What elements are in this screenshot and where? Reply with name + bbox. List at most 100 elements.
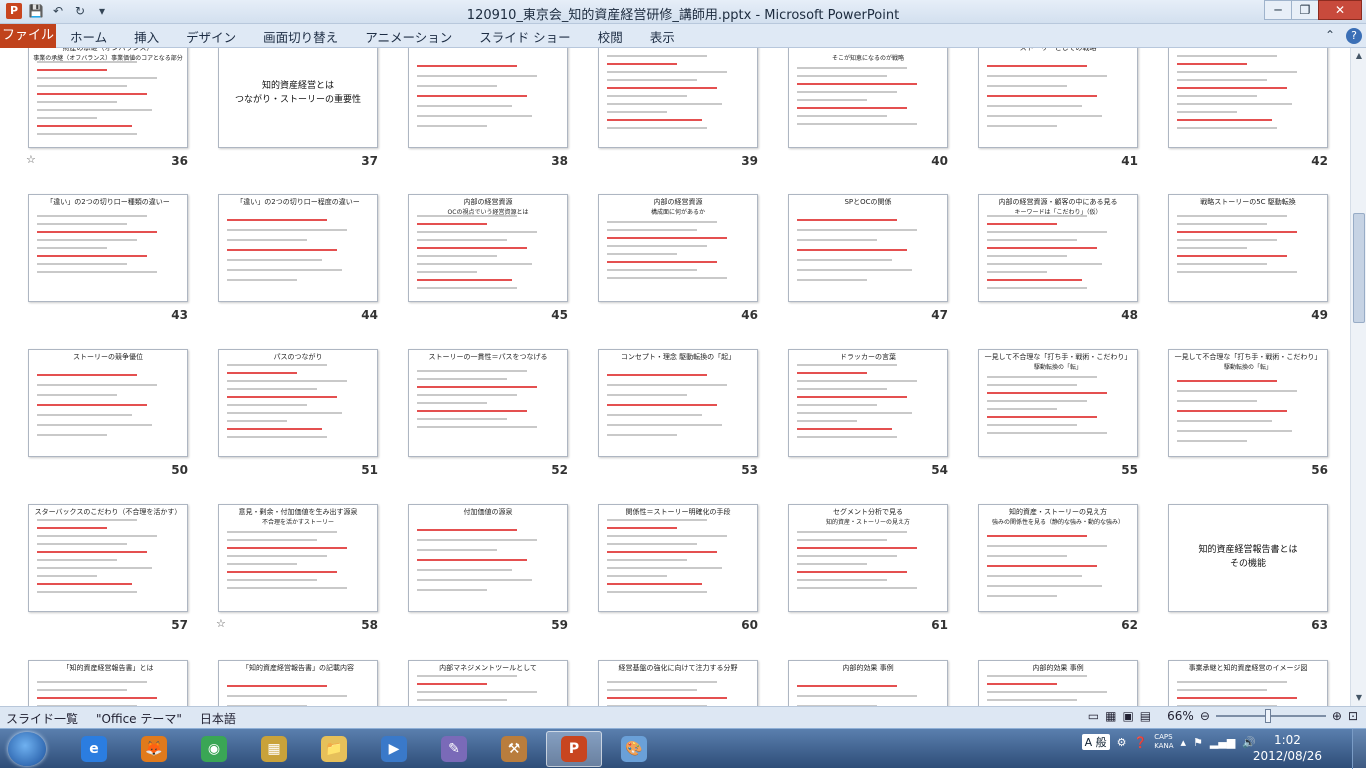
zoom-in-icon[interactable]: ⊕ — [1332, 709, 1342, 723]
animation-star-icon[interactable]: ☆ — [216, 617, 226, 630]
flag-icon[interactable]: ⚑ — [1193, 736, 1203, 749]
ime-mode[interactable]: A 般 — [1081, 734, 1110, 750]
minimize-button[interactable]: ─ — [1264, 0, 1292, 20]
taskbar-app-icon[interactable]: ⚒ — [486, 731, 542, 767]
slideshow-view-icon[interactable]: ▤ — [1140, 709, 1151, 723]
slide-thumbnail-cell[interactable]: そこが知恵になるのが戦略 40 — [788, 48, 978, 185]
slide-thumbnail-cell[interactable]: ストーリーの競争優位 50 — [28, 349, 218, 494]
slide-thumbnail[interactable]: SPとOCの関係 — [788, 194, 948, 302]
ribbon-tab[interactable]: スライド ショー — [479, 27, 570, 46]
slide-thumbnail[interactable]: コンセプト・理念 駆動転換の「起」 — [598, 349, 758, 457]
ribbon-tab[interactable]: 表示 — [650, 27, 675, 46]
slide-thumbnail-cell[interactable]: 「知的資産経営報告書」とは64 — [28, 660, 218, 706]
slide-thumbnail[interactable]: 関係性＝ストーリー明確化の手段 — [598, 504, 758, 612]
slide-thumbnail-cell[interactable]: 「違い」の2つの切り口ー種類の違いー 43 — [28, 194, 218, 339]
slide-thumbnail[interactable]: 一見して不合理な「打ち手・戦術・こだわり」 駆動転換の「転」 — [978, 349, 1138, 457]
ribbon-tab[interactable]: ホーム — [70, 27, 107, 46]
start-button[interactable] — [8, 732, 46, 766]
taskbar-app-icon[interactable]: P — [546, 731, 602, 767]
slide-thumbnail[interactable] — [1168, 48, 1328, 148]
ribbon-tab[interactable]: 画面切り替え — [263, 27, 338, 46]
slide-thumbnail-cell[interactable]: 内部マネジメントツールとして66 — [408, 660, 598, 706]
slide-thumbnail[interactable]: 内部の経営資源・顧客の中にある見る キーワードは「こだわり」（仮） — [978, 194, 1138, 302]
slide-thumbnail-cell[interactable]: パスのつながり 51 — [218, 349, 408, 494]
taskbar-app-icon[interactable]: 🎨 — [606, 731, 662, 767]
slide-thumbnail[interactable]: 意見・剰余・付加価値を生み出す源泉 不合理を活かすストーリー — [218, 504, 378, 612]
slide-thumbnail[interactable]: 経営基盤の強化に向けて注力する分野 — [598, 660, 758, 706]
slide-thumbnail-cell[interactable]: 38 — [408, 48, 598, 185]
slide-thumbnail-cell[interactable]: 42 — [1168, 48, 1350, 185]
slide-thumbnail-cell[interactable]: スターバックスのこだわり（不合理を活かす） 57 — [28, 504, 218, 649]
slide-thumbnail-cell[interactable]: 知的資産経営報告書とは その機能 63 — [1168, 504, 1350, 649]
taskbar-app-icon[interactable]: e — [66, 731, 122, 767]
slide-thumbnail-cell[interactable]: ストーリーの一貫性＝パスをつなげる 52 — [408, 349, 598, 494]
slide-thumbnail[interactable]: セグメント分析で見る 知的資産・ストーリーの見え方 — [788, 504, 948, 612]
slide-thumbnail[interactable] — [408, 48, 568, 148]
slide-thumbnail[interactable]: 内部の経営資源 構成面に何があるか — [598, 194, 758, 302]
slide-thumbnail[interactable]: 内部的効果 事例 — [788, 660, 948, 706]
tab-file[interactable]: ファイル — [0, 24, 56, 48]
taskbar-app-icon[interactable]: 📁 — [306, 731, 362, 767]
slide-thumbnail-cell[interactable]: 戦略ストーリーの5C 駆動転換 49 — [1168, 194, 1350, 339]
restore-button[interactable]: ❐ — [1291, 0, 1319, 20]
tray-icon-help[interactable]: ❓ — [1134, 736, 1148, 749]
slide-thumbnail[interactable]: スターバックスのこだわり（不合理を活かす） — [28, 504, 188, 612]
zoom-slider[interactable] — [1215, 709, 1326, 723]
slide-thumbnail[interactable]: 内部の経営資源 OCの視点でいう経営資源とは — [408, 194, 568, 302]
slide-thumbnail-cell[interactable]: 内部的効果 事例68 — [788, 660, 978, 706]
slide-thumbnail-cell[interactable]: 事業承継と知的資産経営のイメージ図70 — [1168, 660, 1350, 706]
taskbar-app-icon[interactable]: ▦ — [246, 731, 302, 767]
slide-thumbnail[interactable]: ストーリーの一貫性＝パスをつなげる — [408, 349, 568, 457]
help-icon[interactable]: ? — [1346, 28, 1362, 44]
slide-thumbnail[interactable]: 「知的資産経営報告書」の記載内容 — [218, 660, 378, 706]
taskbar-app-icon[interactable]: ◉ — [186, 731, 242, 767]
slide-thumbnail[interactable]: ストーリーとしての戦略 — [978, 48, 1138, 148]
slide-thumbnail-cell[interactable]: SPとOCの関係 47 — [788, 194, 978, 339]
slide-thumbnail[interactable]: 財産の承継（オンバランス） 事業の承継（オフバランス）事業価値のコアとなる部分 — [28, 48, 188, 148]
show-desktop-button[interactable] — [1352, 729, 1366, 769]
taskbar-app-icon[interactable]: ✎ — [426, 731, 482, 767]
animation-star-icon[interactable]: ☆ — [26, 153, 36, 166]
close-button[interactable]: ✕ — [1318, 0, 1362, 20]
slide-thumbnail-cell[interactable]: 財産の承継（オンバランス） 事業の承継（オフバランス）事業価値のコアとなる部分 ☆ 3… — [26, 48, 218, 185]
ribbon-tab[interactable]: アニメーション — [365, 27, 452, 46]
slide-thumbnail-cell[interactable]: 知的資産経営とは つながり・ストーリーの重要性 37 — [218, 48, 408, 185]
taskbar-app-icon[interactable]: ▶ — [366, 731, 422, 767]
language-label[interactable]: 日本語 — [200, 710, 236, 727]
slide-thumbnail-cell[interactable]: ドラッカーの言葉 54 — [788, 349, 978, 494]
slide-thumbnail[interactable] — [598, 48, 758, 148]
slide-thumbnail[interactable]: 内部的効果 事例 — [978, 660, 1138, 706]
slide-thumbnail[interactable]: 知的資産経営とは つながり・ストーリーの重要性 — [218, 48, 378, 148]
normal-view-icon[interactable]: ▭ — [1088, 709, 1099, 723]
slide-thumbnail-cell[interactable]: ストーリーとしての戦略 41 — [978, 48, 1168, 185]
slide-thumbnail-cell[interactable]: 知的資産・ストーリーの見え方 強みの関係性を見る（静的な強み・動的な強み） 62 — [978, 504, 1168, 649]
taskbar-app-icon[interactable]: 🦊 — [126, 731, 182, 767]
slide-thumbnail-cell[interactable]: 「違い」の2つの切り口ー程度の違いー 44 — [218, 194, 408, 339]
slide-thumbnail-cell[interactable]: 一見して不合理な「打ち手・戦術・こだわり」 駆動転換の「転」 56 — [1168, 349, 1350, 494]
network-icon[interactable]: ▂▄▆ — [1210, 736, 1235, 749]
slide-thumbnail-cell[interactable]: 付加価値の源泉 59 — [408, 504, 598, 649]
slide-thumbnail[interactable]: 内部マネジメントツールとして — [408, 660, 568, 706]
ribbon-tab[interactable]: 挿入 — [134, 27, 159, 46]
slide-thumbnail-cell[interactable]: 「知的資産経営報告書」の記載内容65 — [218, 660, 408, 706]
slide-thumbnail[interactable]: 付加価値の源泉 — [408, 504, 568, 612]
vertical-scrollbar[interactable]: ▲ ▼ — [1350, 48, 1366, 706]
slide-thumbnail-cell[interactable]: 一見して不合理な「打ち手・戦術・こだわり」 駆動転換の「転」 55 — [978, 349, 1168, 494]
fit-to-window-icon[interactable]: ⊡ — [1348, 709, 1358, 723]
ribbon-minimize-icon[interactable]: ⌃ — [1322, 28, 1338, 44]
clock[interactable]: 1:02 2012/08/26 — [1253, 732, 1322, 764]
slide-thumbnail-cell[interactable]: 意見・剰余・付加価値を生み出す源泉 不合理を活かすストーリー ☆ 58 — [216, 504, 408, 649]
reading-view-icon[interactable]: ▣ — [1122, 709, 1133, 723]
slide-thumbnail-cell[interactable]: 関係性＝ストーリー明確化の手段 60 — [598, 504, 788, 649]
slide-thumbnail-cell[interactable]: 内部の経営資源 構成面に何があるか 46 — [598, 194, 788, 339]
slide-thumbnail[interactable]: 事業承継と知的資産経営のイメージ図 — [1168, 660, 1328, 706]
tray-icon-tools[interactable]: ⚙ — [1117, 736, 1127, 749]
zoom-slider-knob[interactable] — [1264, 709, 1271, 723]
slide-thumbnail[interactable]: 「違い」の2つの切り口ー程度の違いー — [218, 194, 378, 302]
slide-thumbnail[interactable]: ストーリーの競争優位 — [28, 349, 188, 457]
zoom-out-icon[interactable]: ⊖ — [1200, 709, 1210, 723]
slide-thumbnail-cell[interactable]: コンセプト・理念 駆動転換の「起」 53 — [598, 349, 788, 494]
slide-thumbnail-cell[interactable]: 内部の経営資源 OCの視点でいう経営資源とは 45 — [408, 194, 598, 339]
slide-thumbnail[interactable]: パスのつながり — [218, 349, 378, 457]
slide-thumbnail[interactable]: 一見して不合理な「打ち手・戦術・こだわり」 駆動転換の「転」 — [1168, 349, 1328, 457]
